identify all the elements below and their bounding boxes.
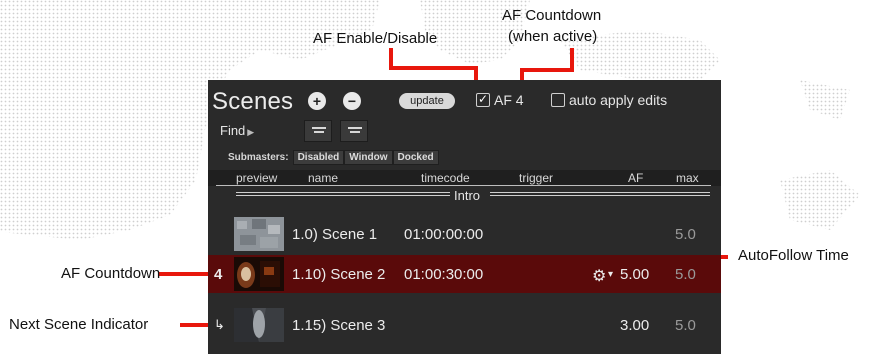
af-enable-checkbox[interactable]: ✓ AF 4 bbox=[476, 92, 524, 108]
scene-thumbnail-2 bbox=[234, 257, 284, 291]
scenes-panel: Scenes + − update ✓ AF 4 auto apply edit… bbox=[208, 80, 721, 354]
filter-icon-line bbox=[314, 131, 324, 133]
add-scene-button[interactable]: + bbox=[308, 92, 326, 110]
column-af[interactable]: AF bbox=[628, 171, 643, 185]
scene-af: 5.00 bbox=[620, 266, 650, 283]
af-checkbox-label: AF 4 bbox=[494, 92, 524, 108]
panel-title: Scenes bbox=[212, 88, 294, 115]
scene-name: 1.15) Scene 3 bbox=[292, 317, 386, 334]
find-toggle[interactable]: Find ▶ bbox=[220, 123, 254, 138]
disclosure-arrow-icon: ▶ bbox=[247, 127, 255, 137]
remove-scene-button[interactable]: − bbox=[343, 92, 361, 110]
submasters-label: Submasters: bbox=[228, 152, 289, 163]
af-countdown-indicator: 4 bbox=[214, 266, 223, 283]
group-header-intro[interactable]: Intro bbox=[208, 186, 721, 206]
filter-icon bbox=[348, 127, 362, 129]
filter-button-2[interactable] bbox=[340, 120, 368, 142]
scene-af: 3.00 bbox=[620, 317, 650, 334]
submasters-option-disabled[interactable]: Disabled bbox=[292, 150, 345, 165]
filter-icon-line bbox=[350, 131, 360, 133]
group-rule-right-2 bbox=[490, 195, 710, 196]
scene-row-1[interactable]: 1.0) Scene 1 01:00:00:00 5.0 bbox=[208, 215, 721, 253]
scene-max: 5.0 bbox=[675, 226, 696, 243]
scene-thumbnail-1 bbox=[234, 217, 284, 251]
column-name[interactable]: name bbox=[308, 171, 338, 185]
submasters-control: Submasters: Disabled Window Docked bbox=[228, 150, 439, 165]
column-timecode[interactable]: timecode bbox=[421, 171, 470, 185]
minus-icon: − bbox=[347, 93, 357, 109]
autofollow-time-annotation: AutoFollow Time bbox=[738, 247, 849, 264]
scene-row-3[interactable]: ↳ 1.15) Scene 3 3.00 5.0 bbox=[208, 306, 721, 344]
column-preview[interactable]: preview bbox=[236, 171, 277, 185]
filter-button-1[interactable] bbox=[304, 120, 332, 142]
scene-max: 5.0 bbox=[675, 317, 696, 334]
group-name: Intro bbox=[454, 188, 481, 203]
scene-row-2[interactable]: 4 1.10) Scene 2 01:00:30:00 ⚙ ▾ 5.00 5.0 bbox=[208, 255, 721, 293]
scene-max: 5.0 bbox=[675, 266, 696, 283]
update-button[interactable]: update bbox=[399, 93, 455, 109]
group-rule-right bbox=[490, 192, 710, 193]
table-header: preview name timecode trigger AF max bbox=[208, 170, 721, 186]
scene-name: 1.0) Scene 1 bbox=[292, 226, 378, 243]
group-rule-left bbox=[236, 192, 450, 193]
plus-icon: + bbox=[312, 93, 322, 109]
auto-apply-checkbox[interactable]: auto apply edits bbox=[551, 92, 667, 108]
group-rule-left-2 bbox=[236, 195, 450, 196]
af-checkbox-box[interactable]: ✓ bbox=[476, 93, 490, 107]
gear-icon[interactable]: ⚙ bbox=[592, 266, 606, 286]
submasters-segmented: Disabled Window Docked bbox=[292, 150, 439, 165]
next-scene-indicator-icon: ↳ bbox=[214, 317, 225, 332]
af-countdown-top-annotation-line1: AF Countdown bbox=[502, 7, 602, 24]
column-max[interactable]: max bbox=[676, 171, 699, 185]
scene-timecode: 01:00:30:00 bbox=[404, 266, 484, 283]
next-scene-annotation: Next Scene Indicator bbox=[9, 316, 149, 333]
gear-dropdown-icon: ▾ bbox=[608, 269, 614, 280]
find-label: Find bbox=[220, 123, 246, 138]
submasters-option-docked[interactable]: Docked bbox=[392, 150, 439, 165]
af-countdown-left-annotation: AF Countdown bbox=[61, 265, 161, 282]
af-enable-annotation: AF Enable/Disable bbox=[313, 30, 438, 47]
scene-name: 1.10) Scene 2 bbox=[292, 266, 386, 283]
scene-timecode: 01:00:00:00 bbox=[404, 226, 484, 243]
auto-apply-box[interactable] bbox=[551, 93, 565, 107]
af-countdown-top-annotation-line2: (when active) bbox=[508, 28, 598, 45]
submasters-option-window[interactable]: Window bbox=[344, 150, 393, 165]
filter-icon bbox=[312, 127, 326, 129]
auto-apply-label: auto apply edits bbox=[569, 92, 668, 108]
column-trigger[interactable]: trigger bbox=[519, 171, 553, 185]
scene-thumbnail-3 bbox=[234, 308, 284, 342]
